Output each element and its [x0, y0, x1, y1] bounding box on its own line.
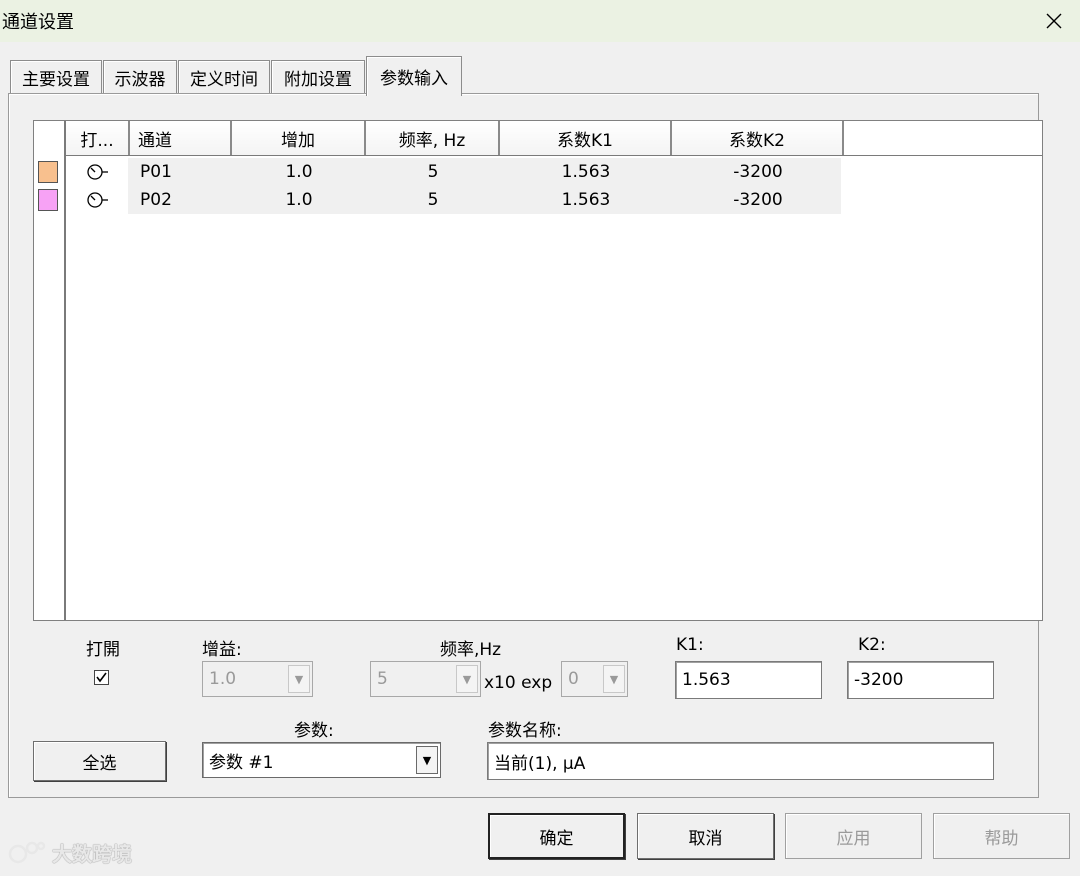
- cell-k1: 1.563: [561, 162, 611, 182]
- k1-label: K1:: [676, 635, 704, 655]
- cell-channel: P01: [140, 162, 172, 182]
- col-header-label: 通道: [138, 130, 172, 151]
- cancel-button[interactable]: 取消: [637, 813, 774, 859]
- col-header-k2[interactable]: 系数K2: [672, 121, 844, 155]
- select-all-button[interactable]: 全选: [33, 741, 166, 781]
- channel-color-swatch[interactable]: [38, 161, 58, 183]
- tab-oscilloscope[interactable]: 示波器: [103, 60, 177, 94]
- k2-input[interactable]: -3200: [847, 661, 994, 699]
- chevron-down-icon[interactable]: ▼: [416, 746, 438, 774]
- col-header-k1[interactable]: 系数K1: [500, 121, 672, 155]
- col-header-open[interactable]: 打...: [66, 121, 130, 155]
- chevron-down-icon[interactable]: ▼: [456, 665, 478, 693]
- cell-gain: 1.0: [285, 162, 313, 182]
- exp-label: x10 exp: [484, 673, 553, 693]
- frequency-combo-value: 5: [377, 669, 388, 689]
- cell-k1: 1.563: [561, 190, 611, 210]
- tab-label: 定义时间: [190, 70, 258, 90]
- cell-gain: 1.0: [285, 190, 313, 210]
- tab-additional-settings[interactable]: 附加设置: [271, 60, 365, 94]
- watermark: 大数跨境: [8, 838, 132, 867]
- tab-define-time[interactable]: 定义时间: [178, 60, 270, 94]
- col-header-label: 系数K2: [729, 130, 785, 151]
- chevron-down-icon[interactable]: ▼: [288, 665, 310, 693]
- frequency-combo[interactable]: 5 ▼: [370, 661, 481, 697]
- close-button[interactable]: [1028, 0, 1080, 42]
- col-header-label: 系数K1: [557, 130, 613, 151]
- watermark-text: 大数跨境: [52, 842, 132, 866]
- gain-combo-value: 1.0: [209, 669, 237, 689]
- col-header-label: 频率, Hz: [398, 130, 466, 151]
- exp-combo-value: 0: [568, 669, 579, 689]
- tab-label: 主要设置: [22, 70, 90, 90]
- cell-frequency: 5: [427, 162, 439, 182]
- col-header-label: 打...: [80, 130, 114, 151]
- channel-grid: 打... 通道 增加 频率, Hz 系数K1 系数K2 P01 1.0 5 1.…: [33, 120, 1043, 621]
- gain-combo[interactable]: 1.0 ▼: [202, 661, 313, 697]
- cell-k2: -3200: [733, 190, 783, 210]
- open-checkbox[interactable]: [94, 670, 109, 685]
- help-button[interactable]: 帮助: [933, 813, 1070, 859]
- col-header-channel[interactable]: 通道: [130, 121, 232, 155]
- tab-main-settings[interactable]: 主要设置: [10, 60, 102, 94]
- tab-label: 参数输入: [380, 69, 448, 89]
- parameter-combo-value: 参数 #1: [209, 752, 274, 773]
- parameter-combo[interactable]: 参数 #1 ▼: [202, 742, 441, 778]
- apply-button[interactable]: 应用: [785, 813, 922, 859]
- tab-parameter-input[interactable]: 参数输入: [366, 56, 462, 96]
- grid-header: 打... 通道 增加 频率, Hz 系数K1 系数K2: [66, 121, 1042, 156]
- exp-combo[interactable]: 0 ▼: [561, 661, 628, 697]
- parameter-name-label: 参数名称:: [488, 721, 562, 741]
- gain-label: 增益:: [202, 640, 242, 660]
- table-row[interactable]: P01 1.0 5 1.563 -3200: [66, 158, 842, 186]
- logo-icon: [8, 841, 46, 863]
- cell-channel: P02: [140, 190, 172, 210]
- col-header-frequency[interactable]: 频率, Hz: [366, 121, 500, 155]
- col-header-gain[interactable]: 增加: [232, 121, 366, 155]
- parameter-label: 参数:: [294, 721, 334, 741]
- cell-k2: -3200: [733, 162, 783, 182]
- title-bar: 通道设置: [0, 0, 1080, 42]
- window-title: 通道设置: [2, 12, 74, 33]
- table-row[interactable]: P02 1.0 5 1.563 -3200: [66, 186, 842, 214]
- gauge-icon[interactable]: [66, 158, 130, 186]
- cell-frequency: 5: [427, 190, 439, 210]
- chevron-down-icon[interactable]: ▼: [603, 665, 625, 693]
- parameter-name-input[interactable]: 当前(1), μA: [487, 742, 994, 780]
- gauge-icon[interactable]: [66, 186, 130, 214]
- checkmark-icon: [96, 672, 107, 683]
- frequency-label: 频率,Hz: [440, 640, 502, 660]
- tab-label: 示波器: [114, 70, 166, 90]
- k1-input[interactable]: 1.563: [675, 661, 822, 699]
- open-label: 打開: [86, 640, 120, 660]
- k2-label: K2:: [858, 635, 886, 655]
- channel-color-swatch[interactable]: [38, 189, 58, 211]
- ok-button[interactable]: 确定: [488, 813, 625, 859]
- col-header-label: 增加: [281, 130, 315, 151]
- close-icon: [1046, 13, 1062, 29]
- tab-label: 附加设置: [284, 70, 352, 90]
